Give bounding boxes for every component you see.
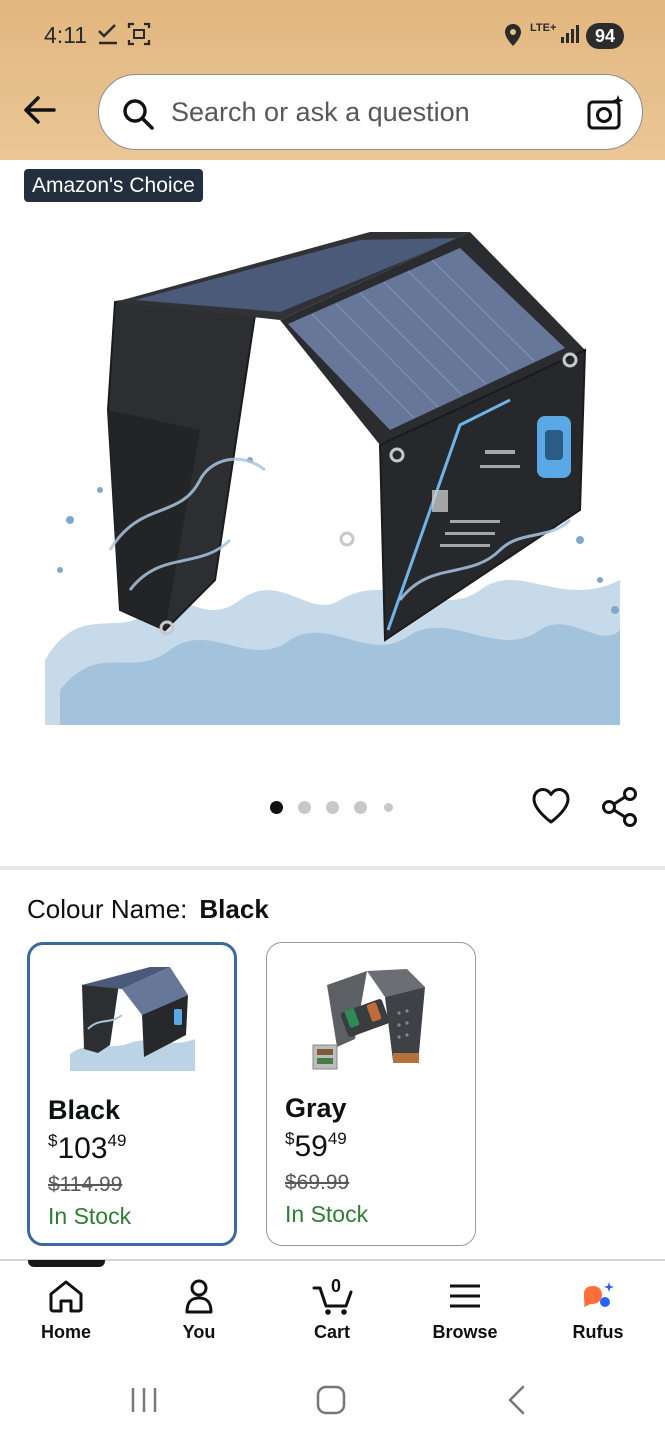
amazons-choice-badge: Amazon's Choice [24, 169, 203, 202]
nav-label: Rufus [572, 1322, 624, 1342]
nav-you[interactable]: You [139, 1262, 259, 1362]
rufus-icon [584, 1282, 614, 1307]
share-icon[interactable] [600, 786, 640, 833]
status-bar: 4:11 LTE+ 94 [0, 0, 665, 72]
camera-search-icon[interactable] [586, 93, 626, 138]
heart-icon[interactable] [530, 786, 572, 831]
download-done-icon [96, 20, 120, 53]
battery-level: 94 [586, 23, 624, 49]
nav-browse[interactable]: Browse [405, 1262, 525, 1362]
home-icon [49, 1280, 83, 1313]
bottom-navigation: Home You 0 Cart Browse Rufus [0, 1262, 665, 1362]
pagination-dot[interactable] [270, 801, 283, 814]
variant-price: $5949 [285, 1129, 347, 1163]
pagination-dot[interactable] [384, 803, 393, 812]
app-header: 4:11 LTE+ 94 Search or ask a question [0, 0, 665, 160]
system-back-icon[interactable] [502, 1384, 532, 1421]
nav-cart[interactable]: 0 Cart [272, 1262, 392, 1362]
variant-thumbnail [70, 959, 200, 1077]
nav-home[interactable]: Home [6, 1262, 126, 1362]
home-button-icon[interactable] [314, 1384, 348, 1421]
variant-thumbnail [307, 957, 437, 1075]
nav-label: You [182, 1322, 216, 1342]
colour-selected-value: Black [199, 894, 269, 924]
variant-card-gray[interactable]: Gray $5949 $69.99 In Stock [266, 942, 476, 1246]
variant-list-price: $69.99 [285, 1171, 350, 1194]
status-time: 4:11 [44, 22, 88, 48]
recent-apps-icon[interactable] [128, 1384, 162, 1421]
search-bar[interactable]: Search or ask a question [98, 74, 643, 150]
variant-list-price: $114.99 [48, 1173, 123, 1196]
search-icon [121, 97, 155, 136]
person-icon [185, 1279, 213, 1314]
colour-label: Colour Name: [27, 894, 188, 924]
variant-name: Gray [285, 1093, 347, 1123]
variant-price: $10349 [48, 1131, 127, 1165]
cart-icon [312, 1286, 353, 1315]
location-icon [503, 20, 523, 55]
product-image[interactable] [40, 220, 625, 730]
back-arrow-icon[interactable] [20, 90, 60, 130]
nav-label: Home [40, 1322, 91, 1342]
pagination-dot[interactable] [298, 801, 311, 814]
variant-stock-status: In Stock [48, 1203, 132, 1229]
nav-rufus[interactable]: Rufus [538, 1262, 658, 1362]
section-divider [0, 866, 665, 870]
variant-name: Black [48, 1095, 121, 1125]
nav-label: Browse [432, 1322, 498, 1342]
pagination-dot[interactable] [354, 801, 367, 814]
variant-card-black[interactable]: Black $10349 $114.99 In Stock [27, 942, 237, 1246]
nav-label: Cart [313, 1322, 350, 1342]
network-type: LTE+ [530, 22, 557, 34]
system-navigation-bar [0, 1362, 665, 1440]
screenshot-icon [126, 20, 152, 53]
signal-icon [560, 20, 582, 53]
pagination-dot[interactable] [326, 801, 339, 814]
variant-stock-status: In Stock [285, 1201, 369, 1227]
menu-icon [450, 1284, 480, 1308]
colour-name-row: Colour Name: Black [27, 894, 269, 925]
search-input[interactable]: Search or ask a question [171, 97, 470, 128]
